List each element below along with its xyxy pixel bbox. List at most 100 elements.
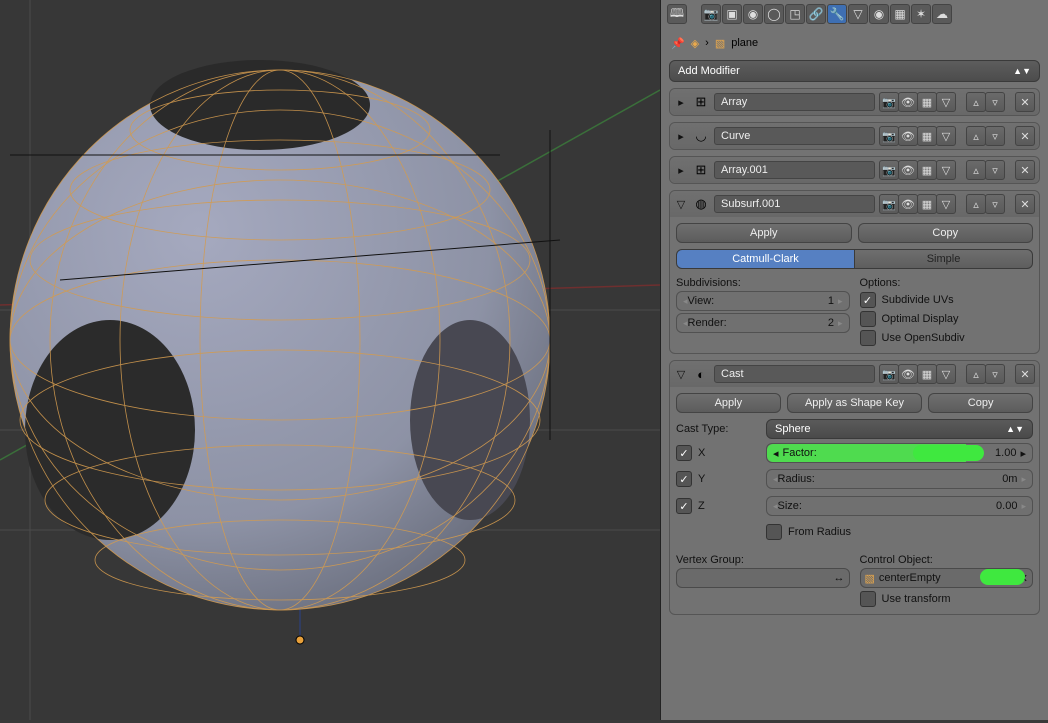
modifier-name-input[interactable]: Subsurf.001: [714, 195, 875, 213]
modifier-name-input[interactable]: Curve: [714, 127, 875, 145]
apply-button[interactable]: Apply: [676, 393, 781, 413]
from-radius-checkbox[interactable]: From Radius: [766, 524, 1033, 540]
move-down-button[interactable]: ▿: [985, 364, 1005, 384]
tab-texture-icon[interactable]: ▦: [890, 4, 910, 24]
delete-modifier-button[interactable]: ✕: [1015, 194, 1035, 214]
toggle-cage-icon[interactable]: ▽: [936, 126, 956, 146]
delete-modifier-button[interactable]: ✕: [1015, 364, 1035, 384]
expand-toggle[interactable]: ▽: [674, 368, 688, 381]
toggle-render-icon[interactable]: 📷: [879, 364, 899, 384]
delete-modifier-button[interactable]: ✕: [1015, 126, 1035, 146]
options-label: Options:: [860, 277, 1034, 289]
tab-data-icon[interactable]: ▽: [848, 4, 868, 24]
control-object-label: Control Object:: [860, 554, 1034, 566]
toggle-viewport-icon[interactable]: 👁: [898, 160, 918, 180]
move-up-button[interactable]: ▵: [966, 160, 986, 180]
chevron-icon: ▲▼: [1013, 66, 1031, 76]
move-down-button[interactable]: ▿: [985, 92, 1005, 112]
chevron-icon: ▲▼: [1006, 424, 1024, 434]
toggle-viewport-icon[interactable]: 👁: [898, 364, 918, 384]
apply-shapekey-button[interactable]: Apply as Shape Key: [787, 393, 923, 413]
modifier-array-001: ▸ ⊞ Array.001 📷 👁 ▦ ▽ ▵ ▿ ✕: [669, 156, 1040, 184]
vertex-group-field[interactable]: ↔: [676, 568, 850, 588]
move-up-button[interactable]: ▵: [966, 126, 986, 146]
apply-button[interactable]: Apply: [676, 223, 852, 243]
object-origin: [296, 636, 304, 644]
tab-layers-icon[interactable]: ▣: [722, 4, 742, 24]
toggle-render-icon[interactable]: 📷: [879, 126, 899, 146]
invert-icon[interactable]: ↔: [834, 572, 845, 584]
cast-factor-field[interactable]: ◂ Factor: 1.00 ▸: [766, 443, 1033, 463]
move-up-button[interactable]: ▵: [966, 92, 986, 112]
toggle-viewport-icon[interactable]: 👁: [898, 126, 918, 146]
subsurf-mode-catmull[interactable]: Catmull-Clark: [676, 249, 855, 269]
toggle-cage-icon[interactable]: ▽: [936, 364, 956, 384]
tab-render-icon[interactable]: 📷: [701, 4, 721, 24]
subsurf-mode-simple[interactable]: Simple: [855, 249, 1033, 269]
cast-x-checkbox[interactable]: ✓X: [676, 445, 756, 461]
move-down-button[interactable]: ▿: [985, 126, 1005, 146]
subsurf-view-field[interactable]: ◂ View: 1 ▸: [676, 291, 850, 311]
tab-physics-icon[interactable]: ☁: [932, 4, 952, 24]
move-down-button[interactable]: ▿: [985, 160, 1005, 180]
toggle-cage-icon[interactable]: ▽: [936, 92, 956, 112]
tab-scene-icon[interactable]: ◉: [743, 4, 763, 24]
copy-button[interactable]: Copy: [928, 393, 1033, 413]
cast-type-dropdown[interactable]: Sphere ▲▼: [766, 419, 1033, 439]
tab-modifiers-icon[interactable]: 🔧: [827, 4, 847, 24]
toggle-cage-icon[interactable]: ▽: [936, 194, 956, 214]
subsurf-icon: ◍: [692, 195, 710, 213]
tab-object-icon[interactable]: ◳: [785, 4, 805, 24]
expand-toggle[interactable]: ▸: [674, 130, 688, 143]
subsurf-render-field[interactable]: ◂ Render: 2 ▸: [676, 313, 850, 333]
use-transform-checkbox[interactable]: Use transform: [860, 591, 1034, 607]
cast-size-field[interactable]: ◂Size:0.00▸: [766, 496, 1033, 516]
cast-z-checkbox[interactable]: ✓Z: [676, 498, 756, 514]
optimal-display-checkbox[interactable]: Optimal Display: [860, 311, 1034, 327]
properties-context-tabs: 🕮 📷 ▣ ◉ ◯ ◳ 🔗 🔧 ▽ ◉ ▦ ✶ ☁: [665, 0, 1044, 28]
pin-icon[interactable]: 📌: [671, 37, 685, 50]
cast-y-checkbox[interactable]: ✓Y: [676, 471, 756, 487]
toggle-editmode-icon[interactable]: ▦: [917, 160, 937, 180]
viewport-3d[interactable]: [0, 0, 660, 720]
tab-constraints-icon[interactable]: 🔗: [806, 4, 826, 24]
toggle-editmode-icon[interactable]: ▦: [917, 92, 937, 112]
toggle-cage-icon[interactable]: ▽: [936, 160, 956, 180]
toggle-viewport-icon[interactable]: 👁: [898, 194, 918, 214]
toggle-editmode-icon[interactable]: ▦: [917, 194, 937, 214]
toggle-viewport-icon[interactable]: 👁: [898, 92, 918, 112]
expand-toggle[interactable]: ▸: [674, 164, 688, 177]
add-modifier-dropdown[interactable]: Add Modifier ▲▼: [669, 60, 1040, 82]
tab-particles-icon[interactable]: ✶: [911, 4, 931, 24]
properties-panel: 🕮 📷 ▣ ◉ ◯ ◳ 🔗 🔧 ▽ ◉ ▦ ✶ ☁ 📌 ◈ › ▧ plane …: [660, 0, 1048, 720]
opensubdiv-checkbox[interactable]: Use OpenSubdiv: [860, 330, 1034, 346]
move-up-button[interactable]: ▵: [966, 194, 986, 214]
toggle-render-icon[interactable]: 📷: [879, 194, 899, 214]
object-name: plane: [731, 37, 758, 49]
vertex-group-label: Vertex Group:: [676, 554, 850, 566]
subdivide-uvs-checkbox[interactable]: ✓Subdivide UVs: [860, 292, 1034, 308]
move-down-button[interactable]: ▿: [985, 194, 1005, 214]
expand-toggle[interactable]: ▽: [674, 198, 688, 211]
cast-type-label: Cast Type:: [676, 423, 756, 435]
cast-radius-field[interactable]: ◂Radius:0m▸: [766, 469, 1033, 489]
toggle-render-icon[interactable]: 📷: [879, 160, 899, 180]
tab-material-icon[interactable]: ◉: [869, 4, 889, 24]
move-up-button[interactable]: ▵: [966, 364, 986, 384]
delete-modifier-button[interactable]: ✕: [1015, 92, 1035, 112]
modifier-name-input[interactable]: Cast: [714, 365, 875, 383]
toggle-editmode-icon[interactable]: ▦: [917, 364, 937, 384]
delete-modifier-button[interactable]: ✕: [1015, 160, 1035, 180]
subdivisions-label: Subdivisions:: [676, 277, 850, 289]
tab-world-icon[interactable]: ◯: [764, 4, 784, 24]
context-pin-icon[interactable]: 🕮: [667, 4, 687, 24]
modifier-name-input[interactable]: Array.001: [714, 161, 875, 179]
array-icon: ⊞: [692, 93, 710, 111]
toggle-editmode-icon[interactable]: ▦: [917, 126, 937, 146]
object-icon: ▧: [865, 572, 875, 585]
modifier-name-input[interactable]: Array: [714, 93, 875, 111]
expand-toggle[interactable]: ▸: [674, 96, 688, 109]
copy-button[interactable]: Copy: [858, 223, 1034, 243]
object-icon: ▧: [715, 37, 725, 50]
toggle-render-icon[interactable]: 📷: [879, 92, 899, 112]
